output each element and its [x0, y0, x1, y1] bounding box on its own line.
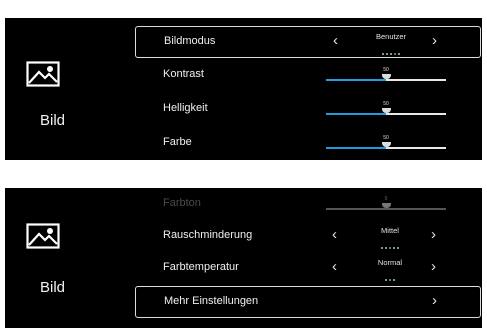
- slider-value: 50: [383, 67, 389, 73]
- row-label: Farbtemperatur: [163, 261, 239, 273]
- chevron-right-icon[interactable]: ›: [432, 292, 437, 309]
- section-sidebar: Bild: [5, 18, 100, 160]
- option-dots: [360, 236, 420, 254]
- brightness-row[interactable]: Helligkeit 50: [135, 94, 481, 126]
- option-dots: [360, 268, 420, 286]
- slider-value: 50: [383, 101, 389, 107]
- slider-fill: [326, 79, 386, 81]
- row-label: Kontrast: [163, 68, 204, 80]
- arrow-right-icon[interactable]: ›: [431, 226, 436, 243]
- section-label: Bild: [39, 112, 65, 129]
- arrow-left-icon[interactable]: ‹: [332, 226, 337, 243]
- brightness-slider[interactable]: 50: [326, 101, 446, 122]
- arrow-left-icon[interactable]: ‹: [332, 258, 337, 275]
- image-icon: [26, 61, 60, 87]
- arrow-left-icon[interactable]: ‹: [333, 32, 338, 49]
- slider-track: [326, 208, 446, 210]
- color-row[interactable]: Farbe 50: [135, 128, 481, 160]
- color-temperature-row[interactable]: Farbtemperatur ‹ Normal ›: [135, 253, 481, 285]
- color-temperature-value: Normal: [377, 258, 403, 267]
- noise-reduction-row[interactable]: Rauschminderung ‹ Mittel ›: [135, 221, 481, 253]
- picture-mode-value: Benutzer: [375, 32, 407, 41]
- tint-slider[interactable]: 0: [326, 196, 446, 217]
- slider-fill: [326, 147, 386, 149]
- section-sidebar: Bild: [5, 188, 100, 328]
- row-label: Farbton: [163, 197, 201, 209]
- tint-row[interactable]: Farbton 0: [135, 189, 481, 221]
- slider-fill: [326, 113, 386, 115]
- arrow-right-icon[interactable]: ›: [432, 32, 437, 49]
- slider-value: 0: [384, 196, 388, 202]
- row-label: Farbe: [163, 136, 192, 148]
- noise-reduction-value: Mittel: [381, 226, 399, 235]
- slider-value: 50: [383, 135, 389, 141]
- row-label: Rauschminderung: [163, 229, 253, 241]
- option-dots: [361, 42, 421, 60]
- section-label: Bild: [39, 279, 65, 296]
- contrast-slider[interactable]: 50: [326, 67, 446, 88]
- row-label: Helligkeit: [163, 102, 208, 114]
- image-icon: [26, 223, 60, 249]
- picture-mode-row[interactable]: Bildmodus ‹ Benutzer ›: [135, 26, 481, 58]
- more-settings-row[interactable]: Mehr Einstellungen ›: [135, 286, 481, 318]
- color-slider[interactable]: 50: [326, 135, 446, 156]
- contrast-row[interactable]: Kontrast 50: [135, 60, 481, 92]
- settings-panel-bottom: Bild Farbton 0 Rauschminderung ‹ Mittel …: [5, 188, 482, 328]
- arrow-right-icon[interactable]: ›: [431, 258, 436, 275]
- row-label: Bildmodus: [164, 35, 216, 47]
- row-label: Mehr Einstellungen: [164, 295, 259, 307]
- settings-panel-top: Bild Bildmodus ‹ Benutzer › Kontrast 50 …: [5, 18, 482, 160]
